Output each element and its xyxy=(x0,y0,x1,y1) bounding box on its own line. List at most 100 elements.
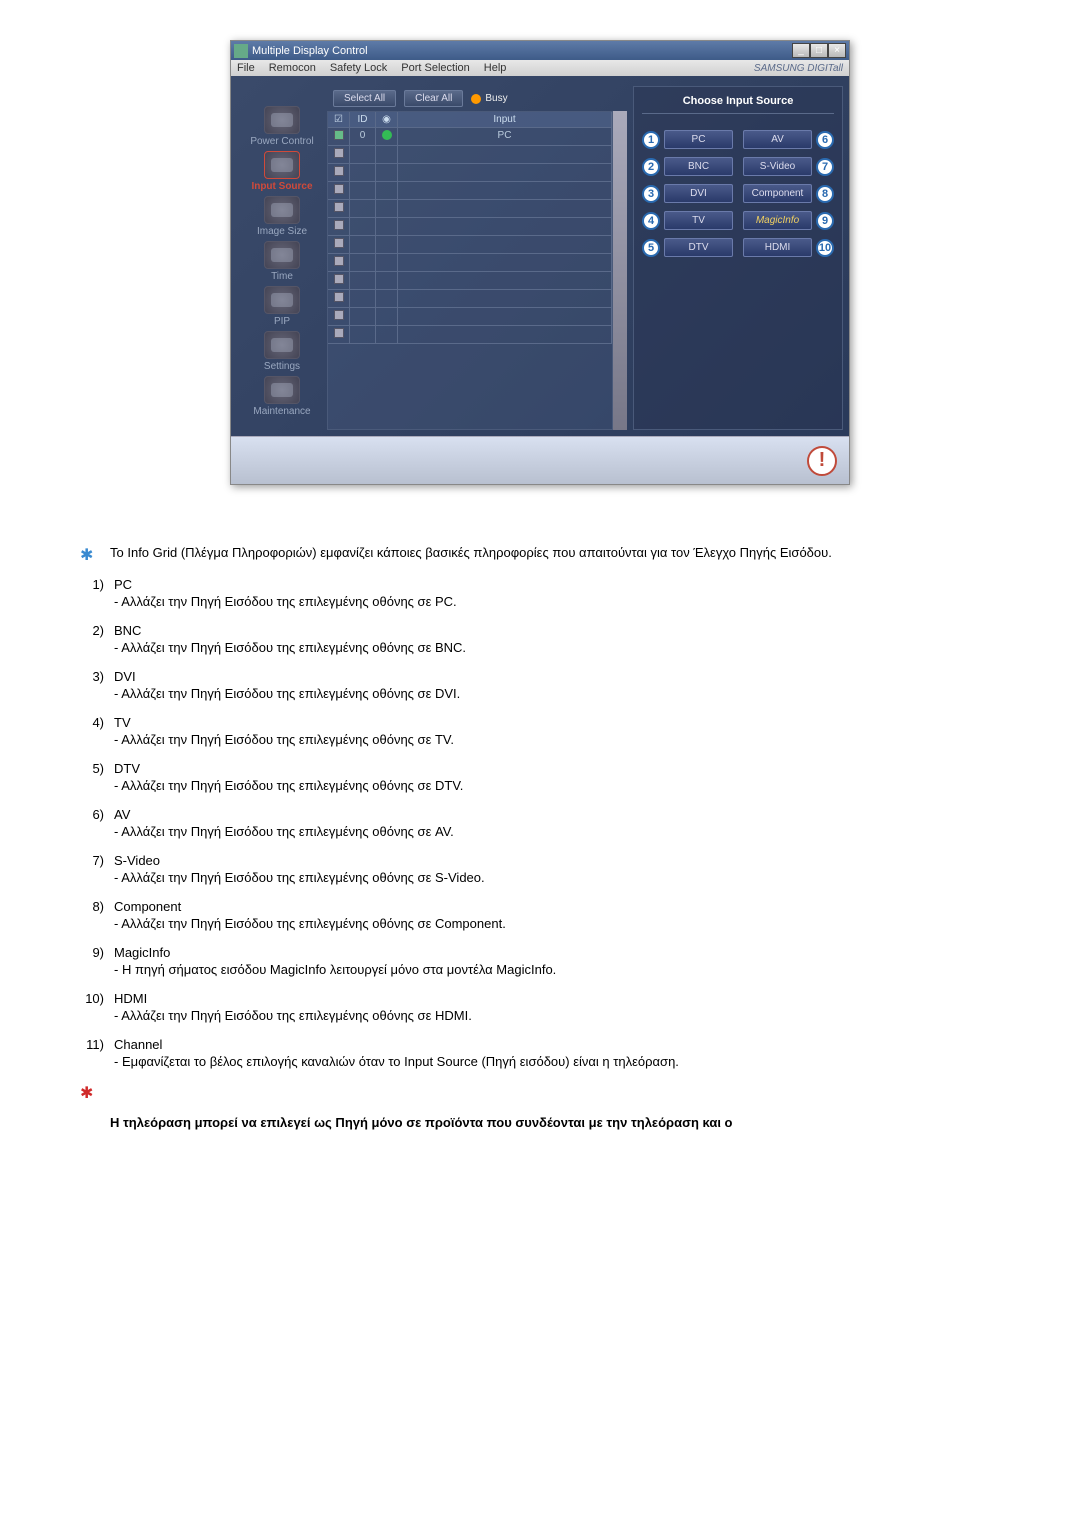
col-id[interactable]: ID xyxy=(350,112,376,128)
source-hdmi-button[interactable]: HDMI xyxy=(743,238,812,257)
clear-all-button[interactable]: Clear All xyxy=(404,90,463,107)
sidebar-item-power-control[interactable]: Power Control xyxy=(250,106,313,147)
list-item-desc: - Η πηγή σήματος εισόδου MagicInfo λειτο… xyxy=(114,962,1000,977)
row-checkbox[interactable] xyxy=(334,148,344,158)
source-pc-button[interactable]: PC xyxy=(664,130,733,149)
source-magicinfo-button[interactable]: MagicInfo xyxy=(743,211,812,230)
menu-safety-lock[interactable]: Safety Lock xyxy=(330,62,387,74)
source-bnc-button[interactable]: BNC xyxy=(664,157,733,176)
list-item-title: TV xyxy=(114,715,1000,730)
row-input xyxy=(398,326,612,344)
table-row[interactable] xyxy=(328,254,612,272)
input-source-panel: Choose Input Source 1PCAV62BNCS-Video73D… xyxy=(633,86,843,430)
row-input: PC xyxy=(398,128,612,146)
col-checkbox[interactable]: ☑ xyxy=(328,112,350,128)
row-checkbox[interactable] xyxy=(334,184,344,194)
table-row[interactable] xyxy=(328,272,612,290)
row-checkbox[interactable] xyxy=(334,256,344,266)
sidebar-item-maintenance[interactable]: Maintenance xyxy=(253,376,310,417)
sidebar-item-pip[interactable]: PIP xyxy=(264,286,300,327)
sidebar-item-settings[interactable]: Settings xyxy=(264,331,300,372)
row-id: 0 xyxy=(350,128,376,146)
power-control-icon xyxy=(264,106,300,134)
row-input xyxy=(398,254,612,272)
source-tv-button[interactable]: TV xyxy=(664,211,733,230)
sidebar-item-label: Time xyxy=(271,271,293,282)
list-item: 3)DVI- Αλλάζει την Πηγή Εισόδου της επιλ… xyxy=(80,669,1000,711)
table-row[interactable] xyxy=(328,308,612,326)
row-id xyxy=(350,308,376,326)
source-s-video-button[interactable]: S-Video xyxy=(743,157,812,176)
list-item-desc: - Αλλάζει την Πηγή Εισόδου της επιλεγμέν… xyxy=(114,594,1000,609)
select-all-button[interactable]: Select All xyxy=(333,90,396,107)
maximize-button[interactable]: □ xyxy=(810,43,828,58)
row-checkbox[interactable] xyxy=(334,274,344,284)
row-checkbox[interactable] xyxy=(334,310,344,320)
table-row[interactable] xyxy=(328,164,612,182)
window-controls: _ □ × xyxy=(792,43,846,58)
source-dtv-button[interactable]: DTV xyxy=(664,238,733,257)
table-row[interactable] xyxy=(328,200,612,218)
row-id xyxy=(350,146,376,164)
table-row[interactable] xyxy=(328,182,612,200)
menu-remocon[interactable]: Remocon xyxy=(269,62,316,74)
col-input[interactable]: Input xyxy=(398,112,612,128)
table-row[interactable]: 0 PC xyxy=(328,128,612,146)
row-checkbox[interactable] xyxy=(334,220,344,230)
star-icon: ✱ xyxy=(80,1083,100,1103)
list-item: 11)Channel- Εμφανίζεται το βέλος επιλογή… xyxy=(80,1037,1000,1079)
row-checkbox[interactable] xyxy=(334,328,344,338)
row-id xyxy=(350,272,376,290)
list-number: 7) xyxy=(80,853,104,895)
settings-icon xyxy=(264,331,300,359)
table-row[interactable] xyxy=(328,326,612,344)
list-item: 1)PC- Αλλάζει την Πηγή Εισόδου της επιλε… xyxy=(80,577,1000,619)
star-icon: ✱ xyxy=(80,545,100,565)
list-item: 5)DTV- Αλλάζει την Πηγή Εισόδου της επιλ… xyxy=(80,761,1000,803)
list-item-desc: - Αλλάζει την Πηγή Εισόδου της επιλεγμέν… xyxy=(114,916,1000,931)
sidebar-item-image-size[interactable]: Image Size xyxy=(257,196,307,237)
busy-label: Busy xyxy=(485,93,507,104)
source-component-button[interactable]: Component xyxy=(743,184,812,203)
source-dvi-button[interactable]: DVI xyxy=(664,184,733,203)
list-item: 8)Component- Αλλάζει την Πηγή Εισόδου τη… xyxy=(80,899,1000,941)
window-title: Multiple Display Control xyxy=(252,45,368,57)
menubar: File Remocon Safety Lock Port Selection … xyxy=(231,60,849,76)
sidebar-item-input-source[interactable]: Input Source xyxy=(251,151,312,192)
menu-port-selection[interactable]: Port Selection xyxy=(401,62,469,74)
number-badge: 2 xyxy=(642,158,660,176)
row-checkbox[interactable] xyxy=(334,166,344,176)
minimize-button[interactable]: _ xyxy=(792,43,810,58)
table-row[interactable] xyxy=(328,146,612,164)
number-badge: 9 xyxy=(816,212,834,230)
row-checkbox[interactable] xyxy=(334,202,344,212)
row-checkbox[interactable] xyxy=(334,238,344,248)
row-checkbox[interactable] xyxy=(334,130,344,140)
row-checkbox[interactable] xyxy=(334,292,344,302)
row-id xyxy=(350,290,376,308)
list-item-desc: - Αλλάζει την Πηγή Εισόδου της επιλεγμέν… xyxy=(114,870,1000,885)
list-item-title: BNC xyxy=(114,623,1000,638)
list-item-title: Channel xyxy=(114,1037,1000,1052)
list-number: 6) xyxy=(80,807,104,849)
number-badge: 1 xyxy=(642,131,660,149)
list-number: 10) xyxy=(80,991,104,1033)
table-row[interactable] xyxy=(328,236,612,254)
row-input xyxy=(398,218,612,236)
app-body: Power ControlInput SourceImage Size Time P… xyxy=(231,76,849,436)
row-id xyxy=(350,218,376,236)
table-row[interactable] xyxy=(328,218,612,236)
close-button[interactable]: × xyxy=(828,43,846,58)
row-id xyxy=(350,200,376,218)
col-status[interactable]: ◉ xyxy=(376,112,398,128)
sidebar-item-time[interactable]: Time xyxy=(264,241,300,282)
menu-file[interactable]: File xyxy=(237,62,255,74)
list-item: 9)MagicInfo- Η πηγή σήματος εισόδου Magi… xyxy=(80,945,1000,987)
source-av-button[interactable]: AV xyxy=(743,130,812,149)
row-input xyxy=(398,164,612,182)
table-row[interactable] xyxy=(328,290,612,308)
scrollbar[interactable] xyxy=(613,111,627,430)
row-id xyxy=(350,164,376,182)
menu-help[interactable]: Help xyxy=(484,62,507,74)
list-item-title: DVI xyxy=(114,669,1000,684)
